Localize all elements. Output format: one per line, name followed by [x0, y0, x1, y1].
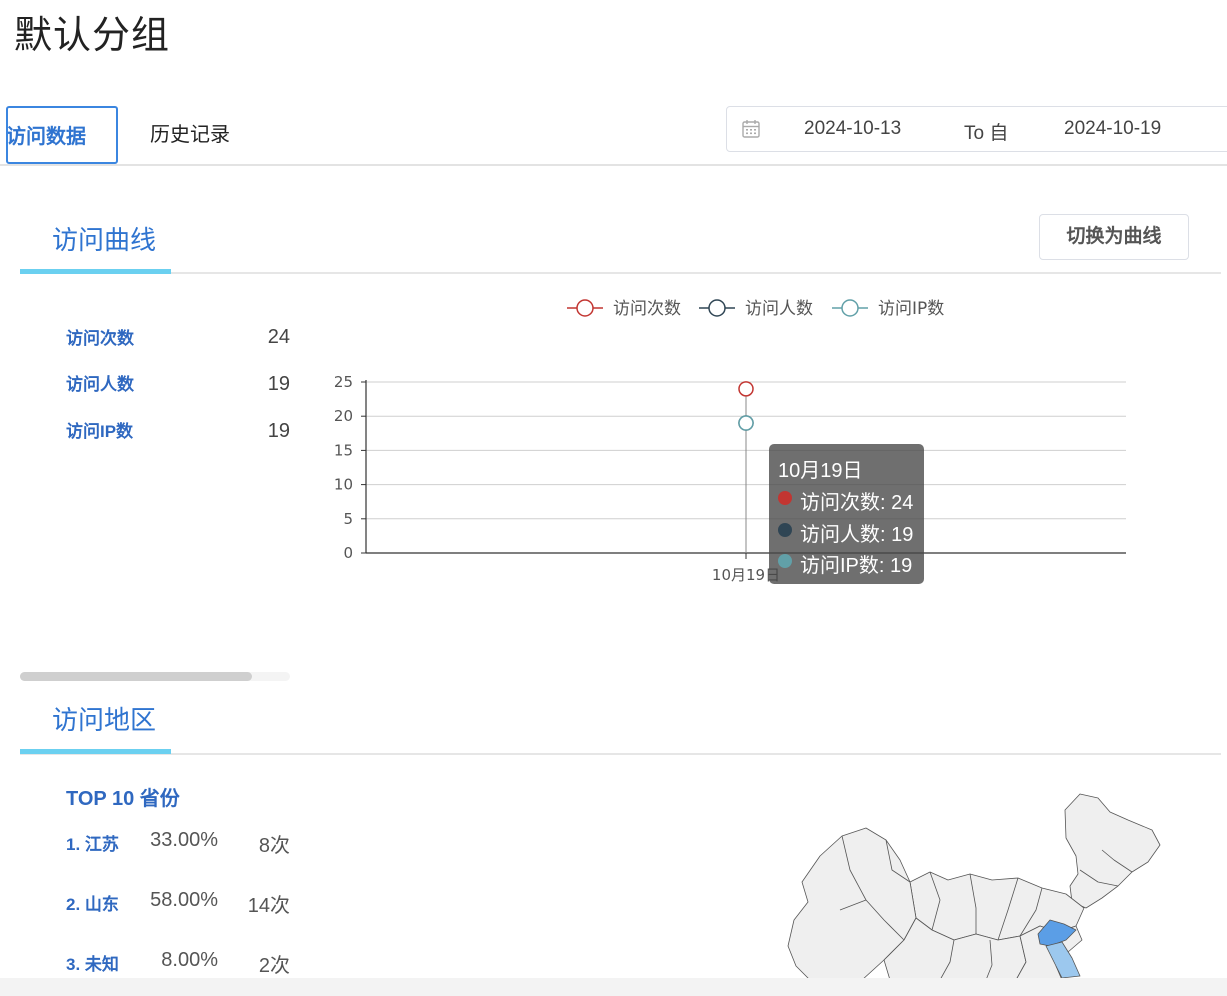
visit-region-underline — [20, 749, 171, 754]
y-tick-label: 15 — [334, 441, 353, 459]
page-title: 默认分组 — [14, 15, 171, 57]
date-range-picker[interactable]: 2024-10-13 To 自 2024-10-19 — [726, 106, 1227, 152]
stat-label-visits: 访问次数 — [66, 329, 134, 348]
y-tick-label: 10 — [334, 476, 353, 494]
series-point — [738, 415, 754, 431]
top10-title: TOP 10 省份 — [66, 788, 180, 810]
visit-curve-rule — [20, 272, 1221, 274]
legend-marker — [708, 299, 726, 317]
stat-value-visitors: 19 — [267, 373, 290, 395]
legend-marker — [576, 299, 594, 317]
end-date-input[interactable]: 2024-10-19 — [1064, 118, 1161, 140]
tooltip-dot-ips — [778, 554, 792, 568]
y-tick-label: 20 — [334, 407, 353, 425]
legend-marker — [841, 299, 859, 317]
province-name: 1. 江苏 — [66, 835, 119, 854]
tooltip-text-ips: 访问IP数: 19 — [800, 555, 913, 577]
stats-scrollbar-thumb[interactable] — [20, 672, 252, 681]
start-date-input[interactable]: 2024-10-13 — [804, 118, 901, 140]
tab-history[interactable]: 历史记录 — [150, 106, 230, 164]
stat-value-ips: 19 — [267, 420, 290, 442]
province-percent: 58.00% — [150, 889, 218, 911]
province-name: 2. 山东 — [66, 895, 119, 914]
legend-label: 访问人数 — [745, 299, 813, 319]
province-count: 2次 — [258, 955, 290, 977]
tab-visit-data[interactable]: 访问数据 — [6, 106, 118, 164]
map-region-northeast — [1064, 793, 1161, 909]
province-percent: 33.00% — [150, 829, 218, 851]
tooltip-text-visitors: 访问人数: 19 — [800, 524, 914, 546]
visit-line-chart[interactable]: 0 5 10 15 20 25 10月19日 访问次数 访问人数 访问IP数 — [300, 290, 1140, 590]
province-count: 8次 — [258, 835, 290, 857]
province-percent: 8.00% — [161, 949, 218, 971]
chart-tooltip: 10月19日 访问次数: 24 访问人数: 19 访问IP数: 19 — [769, 444, 924, 584]
y-tick-label: 0 — [343, 544, 353, 562]
stat-value-visits: 24 — [267, 326, 290, 348]
visit-region-rule — [20, 753, 1221, 755]
province-name: 3. 未知 — [66, 955, 119, 974]
china-map[interactable] — [780, 790, 1180, 980]
visit-region-title: 访问地区 — [52, 705, 157, 735]
tooltip-text-visits: 访问次数: 24 — [800, 492, 914, 514]
visit-curve-underline — [20, 269, 171, 274]
y-tick-label: 25 — [334, 373, 353, 391]
tooltip-dot-visits — [778, 491, 792, 505]
series-point — [738, 381, 754, 397]
switch-to-curve-button[interactable]: 切换为曲线 — [1039, 214, 1189, 260]
province-count: 14次 — [247, 895, 290, 917]
tooltip-dot-visitors — [778, 523, 792, 537]
stat-label-visitors: 访问人数 — [66, 375, 134, 394]
tabs-divider — [0, 164, 1227, 166]
visit-curve-title: 访问曲线 — [52, 225, 157, 255]
legend-label: 访问次数 — [613, 299, 681, 319]
bottom-scroll-area — [0, 978, 1227, 996]
legend-label: 访问IP数 — [878, 299, 944, 319]
tooltip-title: 10月19日 — [778, 460, 863, 482]
y-tick-label: 5 — [343, 510, 353, 528]
stat-label-ips: 访问IP数 — [66, 422, 134, 441]
date-range-separator: To 自 — [964, 123, 1009, 144]
calendar-icon — [742, 120, 760, 138]
